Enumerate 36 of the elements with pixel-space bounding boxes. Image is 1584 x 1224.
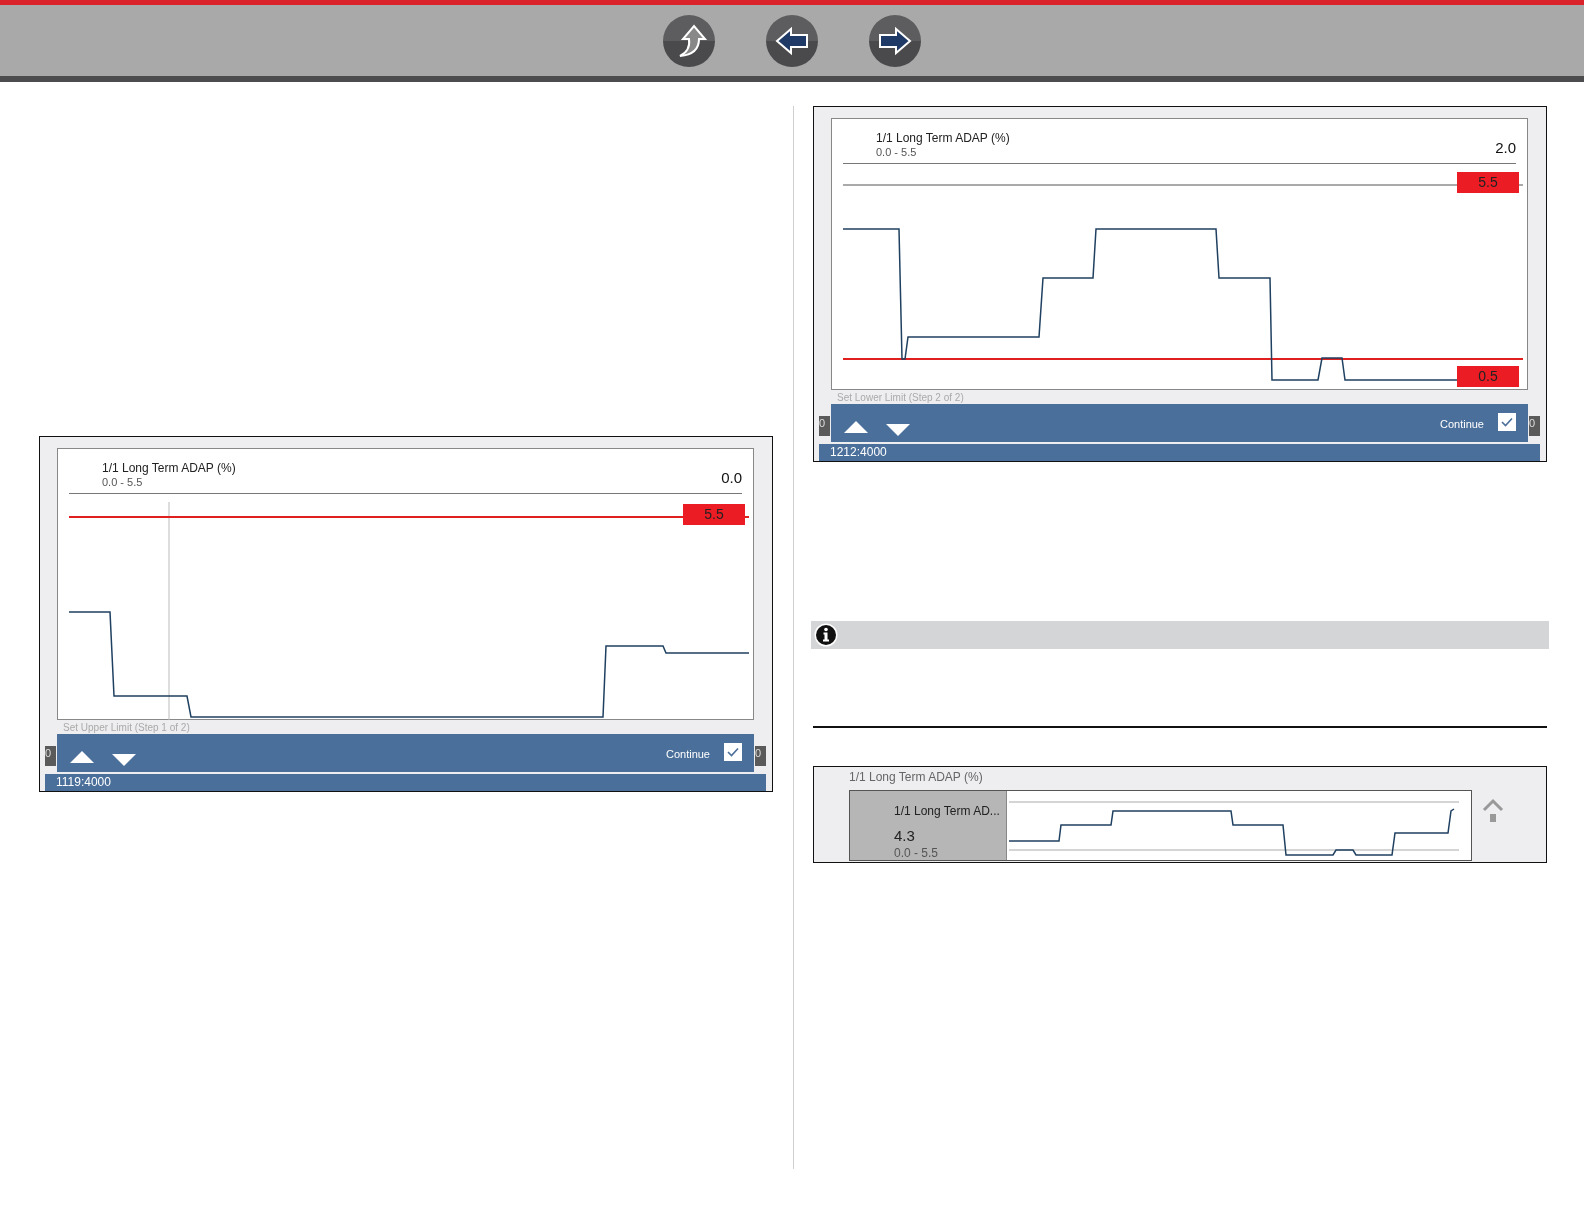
parameter-range: 0.0 - 5.5 [102,475,143,490]
limit-value: 5.5 [1457,172,1519,193]
info-icon [814,623,838,647]
parameter-name: 1/1 Long Term AD... [894,803,1000,820]
up-button[interactable] [663,14,715,67]
parameter-value: 2.0 [1495,138,1516,158]
status-bar: 1119:4000 [45,774,766,791]
parameter-range: 0.0 - 5.5 [894,845,939,862]
graph-label: 1/1 Long Term ADAP (%) [849,769,983,786]
continue-label: Continue [665,747,710,762]
step-label: Set Lower Limit (Step 2 of 2) [837,392,964,403]
edge-label: 0 [1529,416,1540,436]
parameter-name: 1/1 Long Term ADAP (%) [876,130,1010,147]
status-bar: 1212:4000 [819,444,1540,461]
back-button[interactable] [766,14,818,67]
limit-value: 5.5 [683,504,745,525]
graph-card[interactable]: 1/1 Long Term AD... 4.3 0.0 - 5.5 [849,790,1472,861]
limit-value: 0.5 [1457,366,1519,387]
continue-label: Continue [1439,417,1484,432]
step-label: Set Upper Limit (Step 1 of 2) [63,722,190,733]
continue-checkbox[interactable] [1498,413,1516,431]
edge-label: 0 [819,416,830,436]
parameter-range: 0.0 - 5.5 [876,145,917,160]
parameter-value: 4.3 [894,826,915,846]
check-icon [727,747,739,757]
check-icon [1501,417,1513,427]
edge-label: 0 [755,746,766,766]
continue-checkbox[interactable] [724,743,742,761]
edge-label: 0 [45,746,56,766]
down-triangle-icon [112,752,136,767]
down-triangle-icon [886,422,910,437]
up-triangle-icon [70,749,94,764]
parameter-value: 0.0 [721,468,742,488]
forward-button[interactable] [869,14,921,67]
parameter-name: 1/1 Long Term ADAP (%) [102,460,236,477]
up-triangle-icon [844,419,868,434]
